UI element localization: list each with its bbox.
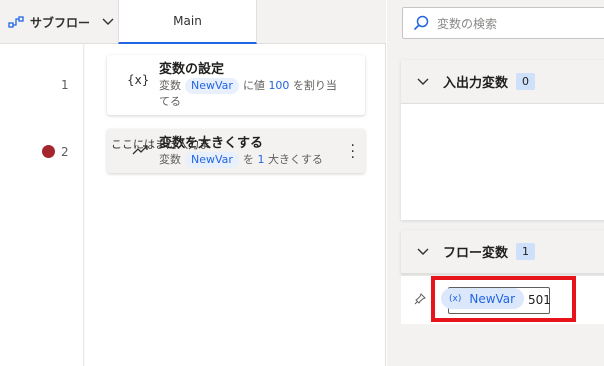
subflow-label: サブフロー bbox=[30, 15, 91, 30]
line-number: 1 bbox=[61, 78, 69, 92]
designer-toolbar: サブフロー Main bbox=[0, 0, 386, 44]
value-text: 100 bbox=[268, 79, 290, 92]
desc-suffix: を割り当 bbox=[292, 79, 337, 92]
desc-prefix: 変数 bbox=[159, 153, 181, 166]
desc-mid: を bbox=[242, 153, 254, 166]
action-set-variable[interactable]: {x} 変数の設定 変数 NewVar に値 100 を割り当 てる bbox=[107, 55, 365, 115]
breakpoint-icon[interactable] bbox=[42, 145, 55, 158]
variable-search-box[interactable]: 変数の検索 bbox=[402, 7, 604, 39]
search-placeholder: 変数の検索 bbox=[437, 16, 498, 31]
io-variables-section: 入出力変数 0 bbox=[401, 60, 604, 220]
variable-icon: {x} bbox=[127, 73, 150, 87]
desc-line2: てる bbox=[159, 95, 181, 108]
variable-chip: NewVar bbox=[185, 152, 239, 168]
desc-prefix: 変数 bbox=[159, 79, 181, 92]
chevron-down-icon bbox=[102, 18, 114, 25]
io-variables-title: 入出力変数 bbox=[443, 76, 509, 91]
io-variables-header[interactable]: 入出力変数 0 bbox=[401, 60, 604, 104]
search-icon bbox=[413, 15, 429, 31]
line-number: 2 bbox=[61, 145, 69, 159]
more-options-icon[interactable]: · · · bbox=[351, 139, 355, 165]
action-title: 変数の設定 bbox=[159, 62, 225, 77]
tab-main[interactable]: Main bbox=[118, 0, 257, 44]
value-text: 1 bbox=[257, 153, 265, 166]
flow-variables-count: 1 bbox=[516, 243, 536, 260]
desc-suffix: 大きくする bbox=[267, 153, 323, 166]
subflow-dropdown[interactable]: サブフロー bbox=[0, 0, 117, 44]
io-empty-message: ここにはまだ入力ま bbox=[111, 138, 210, 151]
flow-variables-title: フロー変数 bbox=[443, 246, 509, 261]
chevron-down-icon bbox=[417, 78, 429, 85]
highlight-box bbox=[431, 276, 576, 322]
pin-icon[interactable] bbox=[414, 293, 426, 305]
desc-mid: に値 bbox=[242, 79, 265, 92]
variable-chip: NewVar bbox=[185, 78, 239, 94]
io-variables-count: 0 bbox=[516, 73, 536, 90]
flow-variables-section: フロー変数 1 bbox=[401, 230, 604, 274]
action-description: 変数 NewVar に値 100 を割り当 てる bbox=[159, 78, 357, 110]
line-number-gutter bbox=[0, 44, 84, 366]
subflow-icon bbox=[8, 16, 24, 28]
action-description: 変数 NewVar を 1 大きくする bbox=[159, 152, 357, 168]
flow-variables-header[interactable]: フロー変数 1 bbox=[401, 230, 604, 274]
chevron-down-icon bbox=[417, 248, 429, 255]
